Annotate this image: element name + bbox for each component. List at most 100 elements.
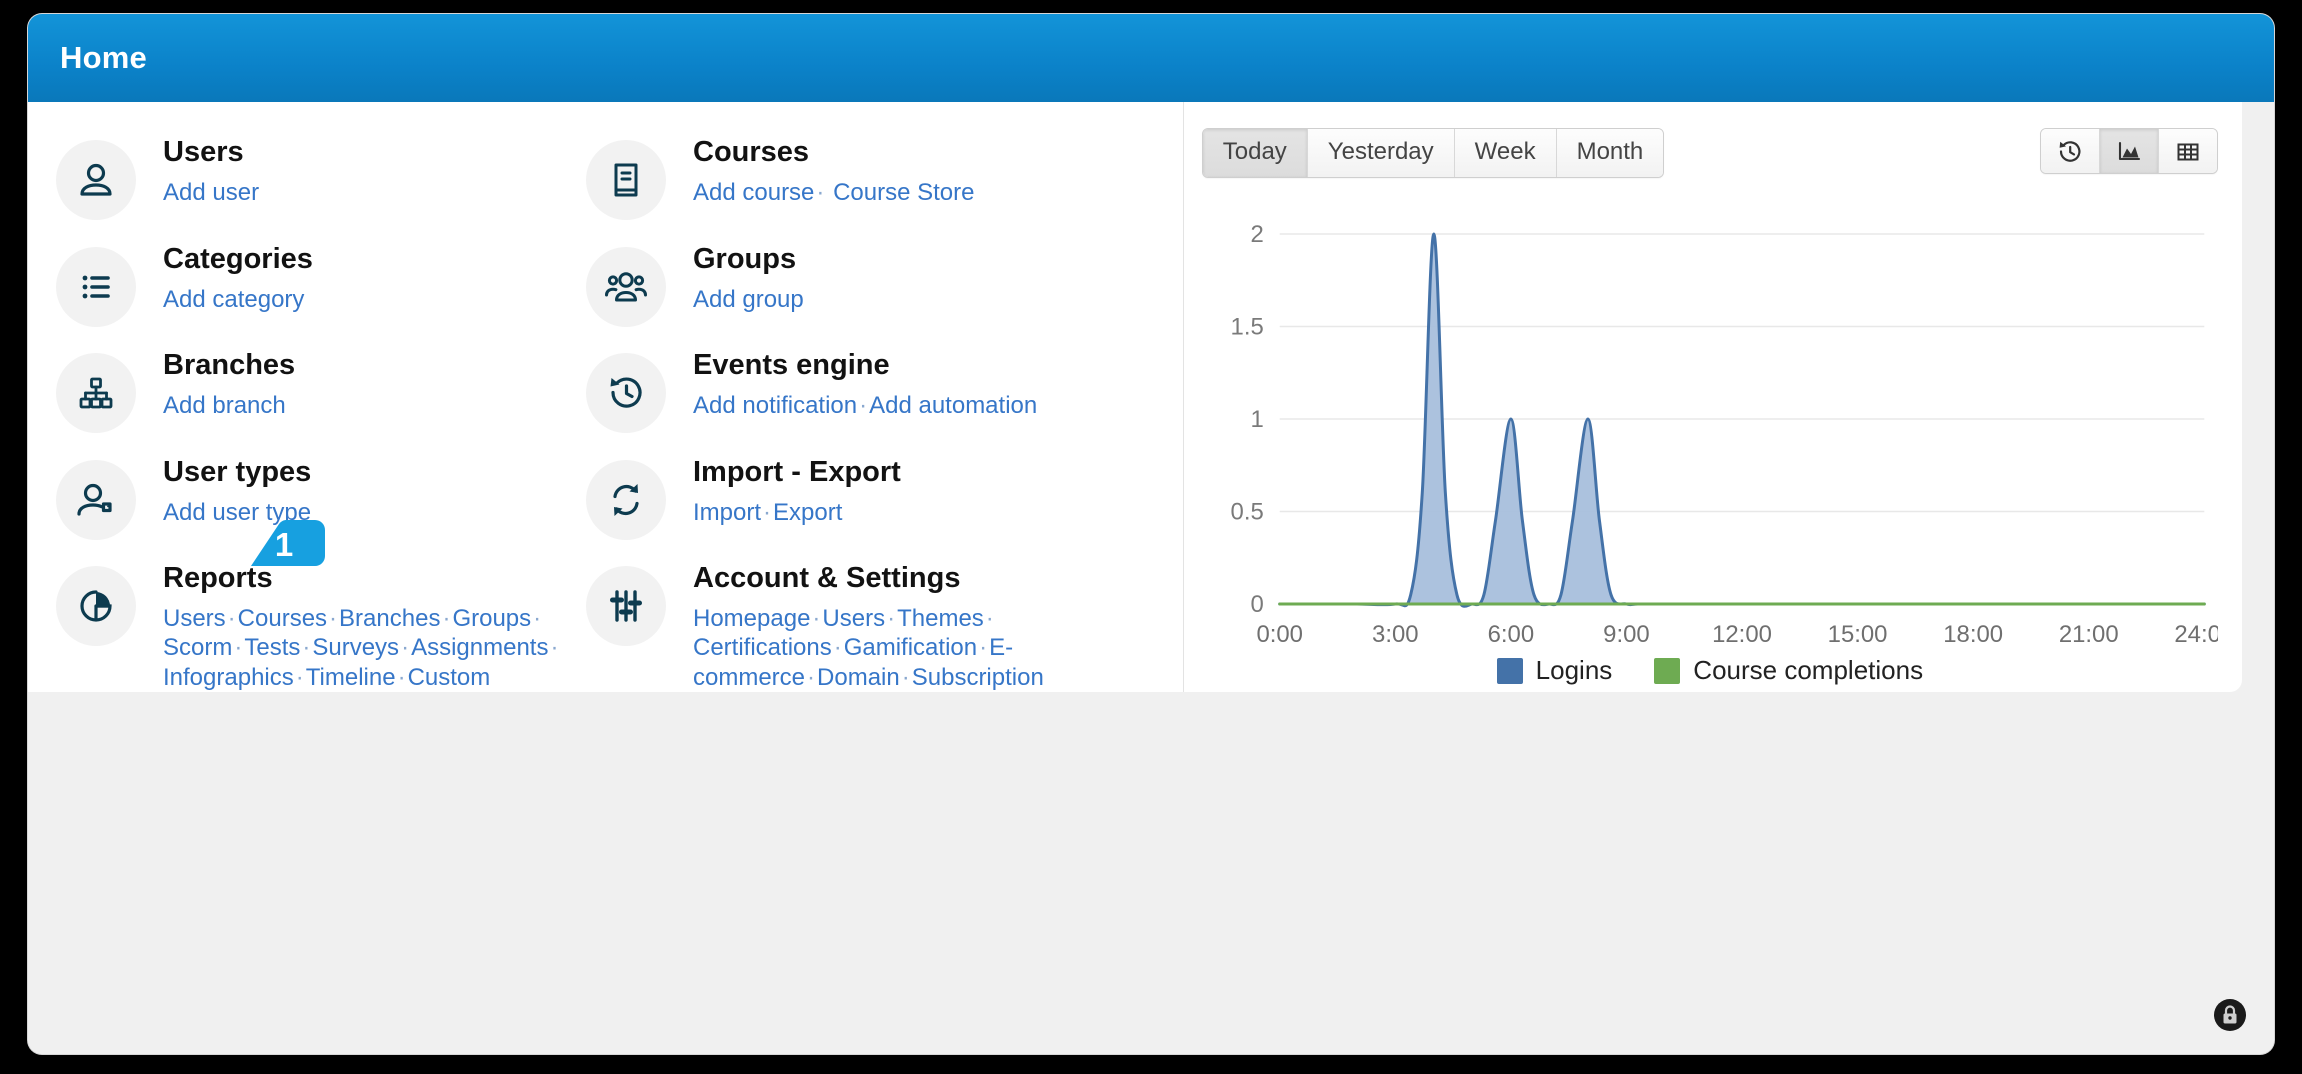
svg-text:0: 0: [1250, 591, 1263, 618]
sync-arrows-icon: [586, 459, 666, 540]
svg-text:2: 2: [1250, 221, 1263, 248]
legend-label-course-completions: Course completions: [1693, 655, 1924, 685]
link-add-category[interactable]: Add category: [163, 286, 304, 313]
link-reports-courses[interactable]: Courses: [238, 605, 327, 632]
link-reports-users[interactable]: Users: [163, 605, 226, 632]
chart-canvas: 0 0.5 1 1.5 2 0:00 3:00 6:00 9:00 12:00 15:00 18:00…: [1230, 221, 2234, 648]
tile-title: Events engine: [693, 349, 890, 382]
link-separator: ·: [329, 605, 338, 633]
link-course-store[interactable]: Course Store: [833, 179, 974, 206]
step-badge-number: 1: [274, 526, 294, 564]
link-import[interactable]: Import: [693, 499, 761, 526]
svg-text:24:00: 24:00: [2174, 621, 2218, 648]
group-icon: [586, 246, 666, 327]
tile-groups[interactable]: Groups Add group: [586, 243, 1176, 350]
svg-text:18:00: 18:00: [1943, 621, 2003, 648]
link-add-branch[interactable]: Add branch: [163, 392, 286, 419]
step-badge-1: 1: [243, 520, 325, 582]
tile-title: Users: [163, 136, 244, 168]
table-grid-icon[interactable]: [2159, 129, 2217, 173]
link-certifications[interactable]: Certifications: [693, 634, 832, 661]
tile-account-settings[interactable]: Account & Settings Homepage·Users·Themes…: [586, 562, 1176, 692]
history-clock-icon: [586, 353, 666, 434]
tile-links: Add course· Course Store: [693, 178, 974, 207]
link-separator: ·: [295, 663, 304, 691]
tab-week[interactable]: Week: [1454, 129, 1557, 177]
link-separator: ·: [442, 605, 451, 633]
link-add-course[interactable]: Add course: [693, 179, 814, 206]
tab-yesterday[interactable]: Yesterday: [1307, 129, 1455, 177]
link-reports-infographics[interactable]: Infographics: [163, 664, 294, 691]
link-add-user[interactable]: Add user: [163, 179, 259, 206]
tile-reports[interactable]: 1 Reports Users·Courses·Branches·Groups·…: [56, 520, 576, 692]
shortcuts-column-left: Users Add user Categories Add category B…: [28, 136, 576, 692]
tile-users[interactable]: Users Add user: [56, 136, 576, 243]
link-domain[interactable]: Domain: [817, 664, 900, 691]
link-separator: ·: [234, 634, 243, 662]
lock-icon[interactable]: [2213, 998, 2247, 1032]
activity-chart: 0 0.5 1 1.5 2 0:00 3:00 6:00 9:00 12:00 15:00 18:00…: [1202, 220, 2234, 690]
link-gamification[interactable]: Gamification: [844, 634, 977, 661]
link-reports-assignments[interactable]: Assignments: [411, 634, 548, 661]
bottom-strip: [28, 692, 2274, 1054]
tile-links: Users·Courses·Branches·Groups· Scorm·Tes…: [163, 604, 563, 692]
svg-text:3:00: 3:00: [1372, 621, 1419, 648]
link-separator: ·: [401, 634, 410, 662]
svg-text:1: 1: [1250, 406, 1263, 433]
link-reports-custom[interactable]: Custom: [408, 664, 491, 691]
link-add-group[interactable]: Add group: [693, 286, 804, 313]
link-reports-scorm[interactable]: Scorm: [163, 634, 232, 661]
link-separator: ·: [859, 392, 868, 420]
link-reports-groups[interactable]: Groups: [452, 605, 531, 632]
link-reports-tests[interactable]: Tests: [244, 634, 300, 661]
tile-links: Add category: [163, 285, 313, 314]
tile-branches[interactable]: Branches Add branch: [56, 349, 576, 456]
link-separator: ·: [901, 663, 910, 691]
svg-text:21:00: 21:00: [2059, 621, 2119, 648]
app-window: Home Users Add user Categories Add categ…: [28, 14, 2274, 1054]
chart-view-button-group: [2040, 128, 2218, 174]
area-chart-icon[interactable]: [2100, 129, 2159, 173]
list-icon: [56, 246, 136, 327]
tile-import-export[interactable]: Import - Export Import·Export: [586, 456, 1176, 563]
legend-item-logins[interactable]: Logins: [1496, 655, 1613, 686]
pie-chart-icon: [56, 566, 136, 647]
link-separator: ·: [985, 605, 994, 633]
tile-links: Import·Export: [693, 498, 901, 527]
legend-swatch-logins: [1496, 657, 1523, 684]
user-icon: [56, 140, 136, 220]
link-reports-branches[interactable]: Branches: [339, 605, 440, 632]
chart-toolbar: Today Yesterday Week Month: [1201, 128, 2218, 178]
link-add-automation[interactable]: Add automation: [869, 392, 1037, 419]
link-separator: ·: [533, 605, 542, 633]
legend-label-logins: Logins: [1535, 655, 1613, 685]
svg-text:1.5: 1.5: [1230, 313, 1263, 340]
link-separator: ·: [763, 498, 772, 526]
link-homepage[interactable]: Homepage: [693, 605, 810, 632]
link-themes[interactable]: Themes: [897, 605, 984, 632]
tile-courses[interactable]: Courses Add course· Course Store: [586, 136, 1176, 243]
link-reports-timeline[interactable]: Timeline: [306, 664, 396, 691]
legend-item-course-completions[interactable]: Course completions: [1654, 655, 1923, 686]
link-separator: ·: [550, 634, 559, 662]
tile-links: Add notification·Add automation: [693, 391, 1037, 420]
tile-categories[interactable]: Categories Add category: [56, 243, 576, 350]
tile-title: User types: [163, 455, 312, 488]
tile-links: Add group: [693, 285, 804, 314]
org-chart-icon: [56, 353, 136, 434]
tab-today[interactable]: Today: [1202, 129, 1308, 177]
tab-month[interactable]: Month: [1556, 129, 1664, 177]
link-separator: ·: [979, 634, 988, 662]
link-export[interactable]: Export: [773, 499, 842, 526]
history-icon[interactable]: [2041, 129, 2100, 173]
link-add-notification[interactable]: Add notification: [693, 392, 857, 419]
link-settings-users[interactable]: Users: [822, 605, 885, 632]
link-subscription[interactable]: Subscription: [912, 664, 1044, 691]
window-titlebar: Home: [28, 14, 2274, 102]
tile-title: Categories: [163, 242, 313, 275]
tile-events-engine[interactable]: Events engine Add notification·Add autom…: [586, 349, 1176, 456]
page-title: Home: [60, 40, 147, 75]
svg-text:0.5: 0.5: [1230, 498, 1263, 525]
link-reports-surveys[interactable]: Surveys: [312, 634, 399, 661]
user-tag-icon: [56, 459, 136, 540]
